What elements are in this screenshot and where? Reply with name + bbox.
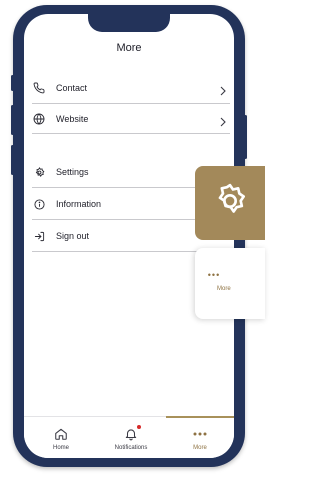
tab-label: More <box>193 445 207 451</box>
more-label: More <box>217 286 231 292</box>
bell-icon <box>123 427 139 441</box>
settings-highlight[interactable] <box>195 166 265 240</box>
power-button <box>244 115 247 159</box>
volume-button <box>11 105 14 135</box>
sign-out-icon <box>32 229 46 243</box>
menu-item-label: Contact <box>56 83 88 93</box>
more-dots-icon <box>192 427 208 441</box>
divider <box>32 133 230 134</box>
side-button <box>11 75 14 91</box>
tab-more[interactable]: More <box>170 417 230 458</box>
page-title: More <box>116 42 142 54</box>
tab-label: Home <box>52 445 69 451</box>
tab-home[interactable]: Home <box>31 417 91 458</box>
phone-icon <box>32 81 46 95</box>
globe-icon <box>32 112 46 126</box>
notification-badge <box>137 425 141 429</box>
info-icon <box>32 197 46 211</box>
notch <box>88 14 170 32</box>
menu-item-website[interactable]: Website <box>32 104 228 134</box>
more-tab-highlight[interactable]: ••• More <box>195 248 265 319</box>
more-dots-icon: ••• <box>207 270 221 280</box>
tab-bar: Home Notifications More <box>24 416 234 458</box>
gear-icon <box>210 181 250 226</box>
tab-label: Notifications <box>114 445 148 451</box>
gear-icon <box>32 165 46 179</box>
home-icon <box>53 427 69 441</box>
tab-notifications[interactable]: Notifications <box>101 417 161 458</box>
menu-item-contact[interactable]: Contact <box>32 73 228 103</box>
menu-item-label: Website <box>56 114 89 124</box>
chevron-right-icon <box>218 114 228 127</box>
chevron-right-icon <box>218 83 228 96</box>
volume-button <box>11 145 14 175</box>
